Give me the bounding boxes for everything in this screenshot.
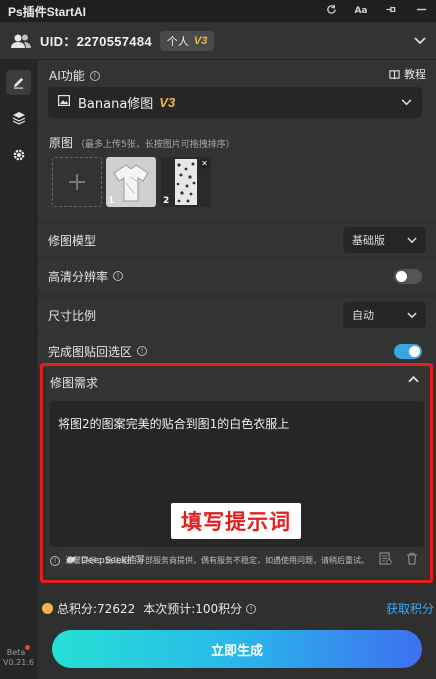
aspect-ratio-value: 自动	[352, 309, 374, 322]
ai-function-version: V3	[159, 95, 176, 110]
version-number: V0.21.6	[3, 658, 34, 667]
ai-function-value: Banana修图	[78, 97, 154, 112]
aspect-ratio-row: 尺寸比例 自动	[38, 298, 436, 332]
font-size-icon[interactable]: Aa	[354, 6, 368, 16]
retouch-model-row: 修图模型 基础版	[38, 223, 436, 257]
uid-label: UID：2270557484	[40, 34, 152, 49]
pin-icon[interactable]	[384, 4, 398, 18]
retouch-model-label: 修图模型	[48, 233, 97, 248]
source-images-label: 原图	[49, 136, 74, 150]
update-dot	[25, 645, 31, 650]
toggle-knob	[396, 270, 407, 282]
hd-resolution-label: 高清分辨率	[48, 269, 109, 284]
ai-function-label-row: AI功能 !	[49, 67, 100, 84]
source-images-title: 原图 （最多上传5张，长按图片可拖拽排序）	[49, 134, 235, 151]
plan-version: V3	[193, 34, 208, 47]
retouch-model-value: 基础版	[352, 234, 385, 247]
title-tools: Aa	[324, 4, 428, 18]
chevron-down-icon[interactable]	[414, 33, 426, 49]
retouch-model-select[interactable]: 基础版	[343, 227, 426, 253]
get-points-link[interactable]: 获取积分	[386, 600, 434, 617]
coin-icon	[42, 603, 53, 614]
chevron-down-icon	[407, 309, 417, 322]
thumb-index: 1	[108, 196, 115, 206]
ai-function-label: AI功能	[49, 69, 85, 83]
source-image-thumb[interactable]: 2 ✕	[161, 157, 211, 207]
users-icon	[10, 33, 32, 49]
ai-function-select[interactable]: Banana修图 V3	[48, 87, 422, 118]
title-bar: Ps插件StartAI Aa	[0, 0, 436, 22]
close-icon[interactable]: ✕	[199, 158, 210, 169]
hd-resolution-toggle[interactable]	[394, 268, 422, 284]
source-images-section: 原图 （最多上传5张，长按图片可拖拽排序） 1 2 ✕	[38, 127, 436, 221]
paste-back-toggle[interactable]	[394, 343, 422, 359]
source-image-thumb[interactable]: 1	[106, 157, 156, 207]
book-icon	[389, 69, 400, 79]
ai-function-section: AI功能 ! 教程 Banana修图 V3	[38, 60, 436, 126]
upload-button[interactable]	[52, 157, 102, 207]
source-images-hint: （最多上传5张，长按图片可拖拽排序）	[76, 140, 235, 150]
plan-name: 个人	[166, 34, 189, 48]
image-icon	[58, 95, 71, 110]
paste-back-label: 完成图贴回选区	[48, 344, 133, 359]
toggle-knob	[409, 345, 420, 357]
chevron-down-icon	[401, 95, 412, 110]
edit-icon[interactable]	[6, 70, 31, 95]
highlight-box	[40, 363, 433, 583]
tutorial-link[interactable]: 教程	[389, 66, 426, 82]
version-info: Beta V0.21.6	[0, 645, 37, 668]
info-icon[interactable]: !	[137, 346, 148, 356]
refresh-icon[interactable]	[324, 4, 338, 18]
total-points: 总积分:72622	[57, 602, 136, 616]
hd-resolution-row: 高清分辨率 !	[38, 259, 436, 293]
plan-badge: 个人 V3	[159, 30, 215, 51]
left-nav	[0, 60, 37, 679]
aspect-ratio-select[interactable]: 自动	[343, 302, 426, 328]
points-row: 总积分:72622 本次预计:100积分 ! 获取积分	[42, 600, 434, 617]
app-title: Ps插件StartAI	[8, 4, 87, 19]
info-icon[interactable]: !	[113, 271, 124, 281]
aspect-ratio-label: 尺寸比例	[48, 308, 97, 323]
minimize-icon[interactable]	[414, 4, 428, 18]
plus-icon	[69, 174, 85, 190]
account-bar: UID：2270557484 个人 V3	[0, 22, 436, 60]
info-icon[interactable]: !	[246, 603, 257, 614]
chevron-down-icon	[407, 234, 417, 247]
layers-icon[interactable]	[6, 105, 31, 130]
info-icon[interactable]: !	[89, 70, 100, 81]
thumb-index: 2	[163, 196, 170, 206]
tutorial-label: 教程	[404, 68, 426, 81]
beta-label: Beta	[6, 648, 26, 657]
generate-button[interactable]: 立即生成	[52, 630, 422, 668]
gear-icon[interactable]	[6, 142, 31, 167]
estimate-points: 本次预计:100积分	[143, 602, 243, 616]
